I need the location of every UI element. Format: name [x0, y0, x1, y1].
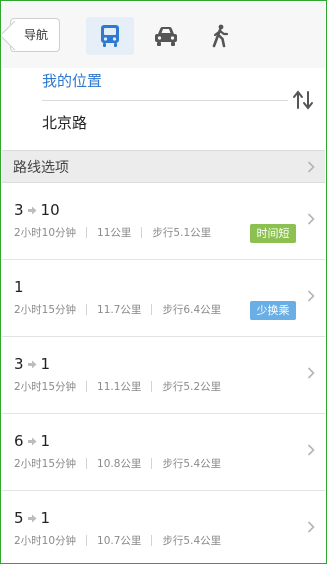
- back-button[interactable]: 导航: [10, 18, 60, 52]
- route-distance: 10.7公里: [97, 535, 142, 547]
- chevron-right-icon: [307, 521, 315, 533]
- route-duration: 2小时15分钟: [14, 458, 77, 470]
- car-icon: [155, 27, 177, 46]
- route-walk-distance: 步行5.2公里: [162, 381, 222, 393]
- meta-divider: [86, 304, 88, 315]
- route-line-first: 5: [14, 509, 24, 527]
- meta-divider: [86, 227, 88, 238]
- meta-divider: [86, 458, 88, 469]
- route-distance: 11.7公里: [97, 304, 142, 316]
- route-item[interactable]: 6 1 2小时15分钟 10.8公里 步行5.4公里: [2, 414, 325, 491]
- route-line-first: 3: [14, 201, 24, 219]
- meta-divider: [151, 535, 153, 546]
- transfer-arrow-icon: [27, 206, 37, 214]
- route-badge: 少换乘: [250, 301, 296, 320]
- meta-divider: [151, 458, 153, 469]
- chevron-right-icon: [307, 367, 315, 379]
- route-options-label: 路线选项: [13, 160, 69, 176]
- chevron-right-icon: [307, 290, 315, 302]
- route-duration: 2小时10分钟: [14, 535, 77, 547]
- route-title: 31: [14, 355, 50, 373]
- top-bar: 导航: [2, 2, 325, 68]
- destination-field[interactable]: 北京路: [42, 112, 87, 133]
- walk-icon: [212, 24, 229, 48]
- route-item[interactable]: 5 1 2小时10分钟 10.7公里 步行5.4公里: [2, 491, 325, 562]
- meta-divider: [151, 304, 153, 315]
- chevron-right-icon: [307, 444, 315, 456]
- route-line-second: 1: [40, 432, 51, 450]
- tab-walk[interactable]: [196, 17, 244, 55]
- app-screen: 导航 我的位置 北京路 路线选项 3 10 2小时10分钟 11公里 步行5.1…: [2, 2, 325, 562]
- meta-divider: [86, 381, 88, 392]
- route-item[interactable]: 3 1 2小时15分钟 11.1公里 步行5.2公里: [2, 337, 325, 414]
- origin-field[interactable]: 我的位置: [42, 70, 102, 91]
- route-distance: 11.1公里: [97, 381, 142, 393]
- route-title: 3 10: [14, 201, 60, 219]
- route-title: 1: [14, 278, 24, 296]
- tab-bus[interactable]: [86, 17, 134, 55]
- route-duration: 2小时15分钟: [14, 304, 77, 316]
- route-endpoints: 我的位置 北京路: [2, 68, 325, 150]
- route-line-first: 6: [14, 432, 24, 450]
- route-duration: 2小时15分钟: [14, 381, 77, 393]
- transfer-arrow-icon: [27, 360, 37, 368]
- route-duration: 2小时10分钟: [14, 227, 77, 239]
- transfer-arrow-icon: [27, 437, 37, 445]
- route-options-row[interactable]: 路线选项: [2, 150, 325, 183]
- route-meta: 2小时15分钟 11.1公里 步行5.2公里: [14, 379, 221, 394]
- route-walk-distance: 步行5.4公里: [162, 535, 222, 547]
- route-line-second: 1: [40, 355, 51, 373]
- app-frame: 导航 我的位置 北京路 路线选项 3 10 2小时10分钟 11公里 步行5.1…: [0, 0, 327, 564]
- route-title: 61: [14, 432, 50, 450]
- route-line-first: 3: [14, 355, 24, 373]
- chevron-right-icon: [307, 213, 315, 225]
- route-meta: 2小时15分钟 10.8公里 步行5.4公里: [14, 456, 221, 471]
- endpoint-divider: [42, 100, 288, 101]
- route-line-second: 1: [40, 509, 51, 527]
- transfer-arrow-icon: [27, 514, 37, 522]
- route-list: 3 10 2小时10分钟 11公里 步行5.1公里 时间短 1 2小时15分钟 11.7公里 步行…: [2, 183, 325, 562]
- meta-divider: [141, 227, 143, 238]
- chevron-right-icon: [307, 161, 315, 173]
- tab-car[interactable]: [142, 17, 190, 55]
- route-line-first: 1: [14, 278, 24, 296]
- route-walk-distance: 步行5.1公里: [152, 227, 212, 239]
- route-item[interactable]: 3 10 2小时10分钟 11公里 步行5.1公里 时间短: [2, 183, 325, 260]
- swap-icon: [293, 90, 313, 110]
- route-item[interactable]: 1 2小时15分钟 11.7公里 步行6.4公里 少换乘: [2, 260, 325, 337]
- route-line-second: 10: [40, 201, 60, 219]
- route-walk-distance: 步行5.4公里: [162, 458, 222, 470]
- route-walk-distance: 步行6.4公里: [162, 304, 222, 316]
- route-meta: 2小时10分钟 10.7公里 步行5.4公里: [14, 533, 221, 548]
- meta-divider: [86, 535, 88, 546]
- swap-button[interactable]: [292, 90, 314, 114]
- meta-divider: [151, 381, 153, 392]
- route-meta: 2小时10分钟 11公里 步行5.1公里: [14, 225, 211, 240]
- route-distance: 10.8公里: [97, 458, 142, 470]
- route-title: 51: [14, 509, 50, 527]
- bus-icon: [101, 25, 119, 47]
- route-meta: 2小时15分钟 11.7公里 步行6.4公里: [14, 302, 221, 317]
- route-badge: 时间短: [250, 224, 296, 243]
- back-button-label: 导航: [24, 28, 49, 42]
- route-distance: 11公里: [97, 227, 132, 239]
